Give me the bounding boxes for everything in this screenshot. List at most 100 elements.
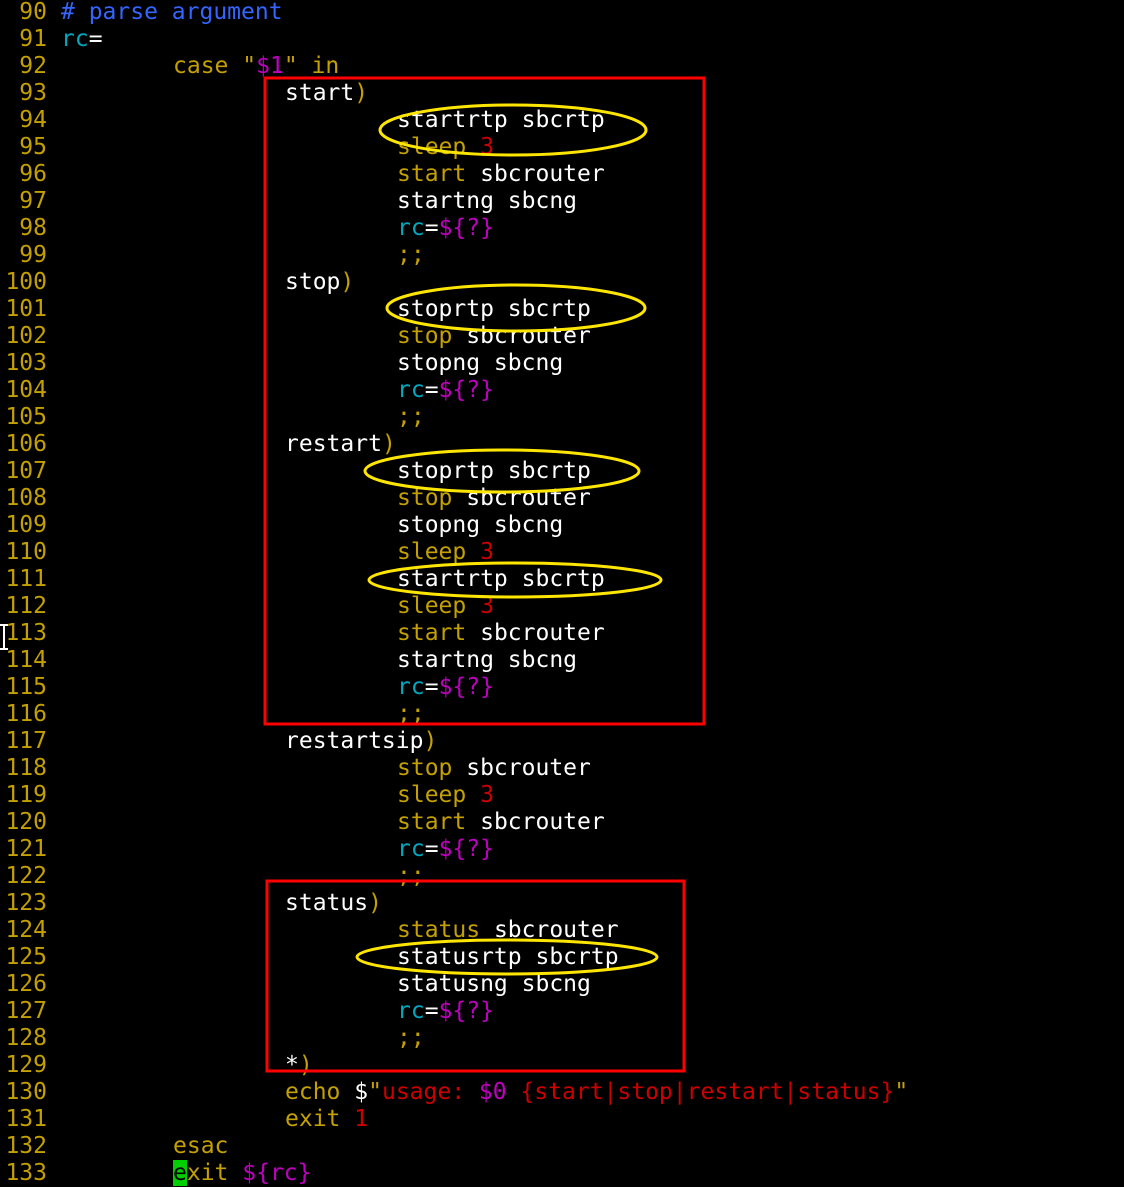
code-text: exit ${rc} bbox=[173, 1160, 312, 1187]
code-line[interactable]: 106 restart) bbox=[0, 431, 1124, 458]
code-line[interactable]: 93 start) bbox=[0, 80, 1124, 107]
code-token: stoprtp sbcrtp bbox=[397, 296, 591, 322]
code-line[interactable]: 101 stoprtp sbcrtp bbox=[0, 296, 1124, 323]
code-line[interactable]: 109 stopng sbcng bbox=[0, 512, 1124, 539]
code-token: stop bbox=[397, 323, 453, 349]
code-line[interactable]: 127 rc=${?} bbox=[0, 998, 1124, 1025]
line-number: 120 bbox=[5, 809, 47, 835]
code-line[interactable]: 107 stoprtp sbcrtp bbox=[0, 458, 1124, 485]
code-line[interactable]: 105;; bbox=[0, 404, 1124, 431]
line-number: 125 bbox=[5, 944, 47, 970]
code-text: start sbcrouter bbox=[397, 161, 605, 188]
code-line[interactable]: 132 esac bbox=[0, 1133, 1124, 1160]
line-number: 129 bbox=[5, 1052, 47, 1078]
code-token: 3 bbox=[480, 782, 494, 808]
code-text: start sbcrouter bbox=[397, 620, 605, 647]
code-token: ${?} bbox=[438, 998, 494, 1024]
code-token: stop bbox=[397, 485, 453, 511]
line-number: 92 bbox=[19, 53, 47, 79]
code-token: startrtp sbcrtp bbox=[397, 566, 605, 592]
code-line[interactable]: 120 start sbcrouter bbox=[0, 809, 1124, 836]
code-line[interactable]: 99;; bbox=[0, 242, 1124, 269]
code-line[interactable]: 122;; bbox=[0, 863, 1124, 890]
line-number: 107 bbox=[5, 458, 47, 484]
code-text: rc= bbox=[61, 26, 103, 53]
code-text: startrtp sbcrtp bbox=[397, 566, 605, 593]
code-line[interactable]: 125 statusrtp sbcrtp bbox=[0, 944, 1124, 971]
code-line[interactable]: 102 stop sbcrouter bbox=[0, 323, 1124, 350]
code-text: stop) bbox=[285, 269, 354, 296]
code-line[interactable]: 98 rc=${?} bbox=[0, 215, 1124, 242]
code-line[interactable]: 124 status sbcrouter bbox=[0, 917, 1124, 944]
code-line[interactable]: 112 sleep 3 bbox=[0, 593, 1124, 620]
code-line[interactable]: 95 sleep 3 bbox=[0, 134, 1124, 161]
code-token: sbcrouter bbox=[452, 755, 591, 781]
code-token: statusrtp sbcrtp bbox=[397, 944, 619, 970]
code-text: rc=${?} bbox=[397, 674, 494, 701]
code-line[interactable]: 90 # parse argument bbox=[0, 0, 1124, 26]
code-token: sbcrouter bbox=[466, 161, 605, 187]
code-token: stop bbox=[397, 755, 453, 781]
code-line[interactable]: 97 startng sbcng bbox=[0, 188, 1124, 215]
code-text: sleep 3 bbox=[397, 539, 494, 566]
code-line[interactable]: 96 start sbcrouter bbox=[0, 161, 1124, 188]
code-text: # parse argument bbox=[61, 0, 283, 26]
code-line[interactable]: 103 stopng sbcng bbox=[0, 350, 1124, 377]
code-text: *) bbox=[285, 1052, 313, 1079]
code-token: " bbox=[283, 53, 298, 79]
code-line[interactable]: 113 start sbcrouter bbox=[0, 620, 1124, 647]
line-number: 128 bbox=[5, 1025, 47, 1051]
code-line[interactable]: 94 startrtp sbcrtp bbox=[0, 107, 1124, 134]
code-line[interactable]: 110 sleep 3 bbox=[0, 539, 1124, 566]
code-editor[interactable]: 90 # parse argument 91 rc= 92 case "$1" in 93 s… bbox=[0, 0, 1124, 1186]
code-line[interactable]: 133 exit ${rc} bbox=[0, 1160, 1124, 1187]
code-text: ;; bbox=[397, 242, 425, 269]
line-number: 96 bbox=[19, 161, 47, 187]
code-line[interactable]: 104 rc=${?} bbox=[0, 377, 1124, 404]
line-number: 94 bbox=[19, 107, 47, 133]
code-text: rc=${?} bbox=[397, 998, 494, 1025]
code-line[interactable]: 108 stop sbcrouter bbox=[0, 485, 1124, 512]
code-line[interactable]: 128;; bbox=[0, 1025, 1124, 1052]
code-line[interactable]: 116;; bbox=[0, 701, 1124, 728]
code-token: usage: bbox=[381, 1079, 479, 1105]
code-line[interactable]: 121 rc=${?} bbox=[0, 836, 1124, 863]
code-line[interactable]: 111 startrtp sbcrtp bbox=[0, 566, 1124, 593]
code-token: " bbox=[242, 53, 257, 79]
code-line[interactable]: 117 restartsip) bbox=[0, 728, 1124, 755]
line-number: 90 bbox=[19, 0, 47, 25]
code-line[interactable]: 115 rc=${?} bbox=[0, 674, 1124, 701]
code-token: = bbox=[424, 377, 439, 403]
code-line[interactable]: 129 *) bbox=[0, 1052, 1124, 1079]
line-number: 124 bbox=[5, 917, 47, 943]
code-token: status bbox=[285, 890, 369, 916]
line-number: 97 bbox=[19, 188, 47, 214]
code-line[interactable]: 91 rc= bbox=[0, 26, 1124, 53]
code-token: ${?} bbox=[438, 377, 494, 403]
code-token: stopng sbcng bbox=[397, 350, 564, 376]
code-token: rc bbox=[397, 215, 425, 241]
code-token: stoprtp sbcrtp bbox=[397, 458, 591, 484]
line-number: 133 bbox=[5, 1160, 47, 1186]
code-line[interactable]: 126 statusng sbcng bbox=[0, 971, 1124, 998]
code-line[interactable]: 118 stop sbcrouter bbox=[0, 755, 1124, 782]
code-token: statusng sbcng bbox=[397, 971, 591, 997]
code-token: sbcrouter bbox=[466, 809, 605, 835]
line-number: 119 bbox=[5, 782, 47, 808]
code-line[interactable]: 100 stop) bbox=[0, 269, 1124, 296]
code-line[interactable]: 119 sleep 3 bbox=[0, 782, 1124, 809]
line-number: 104 bbox=[5, 377, 47, 403]
code-token: ${?} bbox=[438, 215, 494, 241]
line-number: 126 bbox=[5, 971, 47, 997]
code-line[interactable]: 92 case "$1" in bbox=[0, 53, 1124, 80]
code-token: ;; bbox=[397, 404, 425, 430]
code-line[interactable]: 123 status) bbox=[0, 890, 1124, 917]
line-number: 103 bbox=[5, 350, 47, 376]
code-line[interactable]: 131 exit 1 bbox=[0, 1106, 1124, 1133]
code-line[interactable]: 114 startng sbcng bbox=[0, 647, 1124, 674]
line-number: 127 bbox=[5, 998, 47, 1024]
code-text: start) bbox=[285, 80, 368, 107]
code-text: esac bbox=[173, 1133, 228, 1160]
code-token: 3 bbox=[480, 593, 494, 619]
code-line[interactable]: 130 echo $"usage: $0 {start|stop|restart|… bbox=[0, 1079, 1124, 1106]
